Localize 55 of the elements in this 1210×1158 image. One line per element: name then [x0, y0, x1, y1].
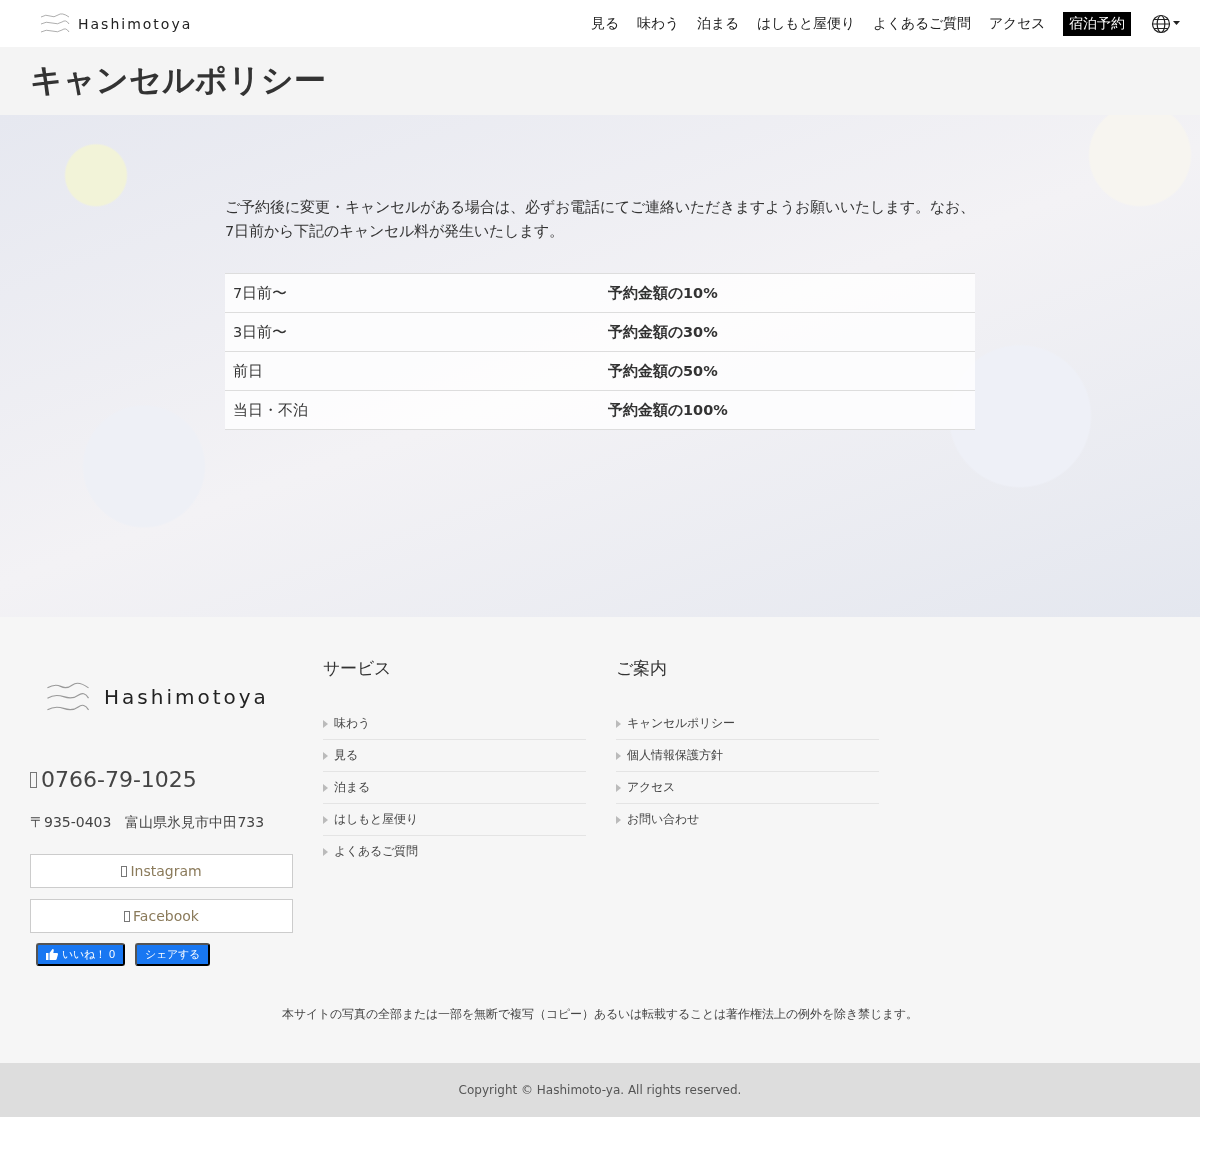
social-button[interactable]: Instagram	[30, 854, 293, 888]
missing-glyph-icon	[30, 771, 37, 788]
footer-heading: ご案内	[616, 657, 668, 680]
table-cell: 7日前〜	[225, 273, 600, 313]
footer-link[interactable]: アクセス	[616, 772, 879, 804]
waves-logo-icon	[40, 13, 70, 34]
language-selector[interactable]	[1151, 13, 1180, 34]
triangle-bullet-icon	[323, 719, 328, 728]
triangle-bullet-icon	[616, 783, 621, 792]
intro-text: ご予約後に変更・キャンセルがある場合は、必ずお電話にてご連絡いただきますようお願いいたします。なお、7日前から下記のキャンセル料が発生いたします。	[225, 198, 975, 241]
address: 〒935-0403 富山県氷見市中田733	[30, 814, 266, 832]
copyright-bar: Copyright © Hashimoto-ya. All rights reserved.	[0, 1063, 1200, 1117]
missing-glyph-icon	[121, 865, 128, 877]
triangle-bullet-icon	[616, 815, 621, 824]
phone-number: 0766-79-1025	[41, 767, 197, 792]
table-cell: 当日・不泊	[225, 390, 600, 430]
footer-link[interactable]: 見る	[323, 740, 586, 772]
missing-glyph-icon	[124, 910, 131, 922]
footer-link[interactable]: はしもと屋便り	[323, 804, 586, 836]
share-button[interactable]: シェアする	[135, 943, 211, 966]
nav-link[interactable]: よくあるご質問	[873, 14, 971, 33]
copyright-notice: 本サイトの写真の全部または一部を無断で複写（コピー）あるいは転載することは著作権法上の例外を除き禁じます。	[281, 1006, 919, 1023]
table-cell: 3日前〜	[225, 312, 600, 352]
social-button[interactable]: Facebook	[30, 899, 293, 933]
footer-link[interactable]: 個人情報保護方針	[616, 740, 879, 772]
table-cell: 前日	[225, 351, 600, 391]
thumbs-up-icon	[46, 949, 58, 960]
logo-link[interactable]: Hashimotoya	[40, 13, 193, 34]
footer-link[interactable]: お問い合わせ	[616, 804, 879, 835]
table-cell: 予約金額の30%	[600, 312, 975, 352]
footer-link[interactable]: 泊まる	[323, 772, 586, 804]
table-cell: 予約金額の10%	[600, 273, 975, 313]
page-title: キャンセルポリシー	[30, 60, 326, 101]
table-cell: 予約金額の100%	[600, 390, 975, 430]
nav-link[interactable]: 味わう	[637, 14, 679, 33]
waves-logo-icon	[46, 681, 90, 713]
footer-link[interactable]: よくあるご質問	[323, 836, 586, 867]
nav-link[interactable]: 泊まる	[697, 14, 739, 33]
caret-icon	[1173, 21, 1180, 26]
footer-link[interactable]: 味わう	[323, 708, 586, 740]
footer-link[interactable]: キャンセルポリシー	[616, 708, 879, 740]
nav-link[interactable]: 見る	[591, 14, 619, 33]
triangle-bullet-icon	[323, 783, 328, 792]
like-button[interactable]: いいね！ 0	[36, 943, 126, 966]
triangle-bullet-icon	[323, 847, 328, 856]
triangle-bullet-icon	[323, 751, 328, 760]
footer-logo-text: Hashimotoya	[104, 685, 269, 709]
triangle-bullet-icon	[616, 719, 621, 728]
nav-link[interactable]: アクセス	[989, 14, 1045, 33]
table-cell: 予約金額の50%	[600, 351, 975, 391]
triangle-bullet-icon	[323, 815, 328, 824]
nav-link[interactable]: はしもと屋便り	[757, 14, 855, 33]
triangle-bullet-icon	[616, 751, 621, 760]
reserve-button[interactable]: 宿泊予約	[1063, 11, 1131, 36]
footer-heading: サービス	[323, 657, 392, 680]
